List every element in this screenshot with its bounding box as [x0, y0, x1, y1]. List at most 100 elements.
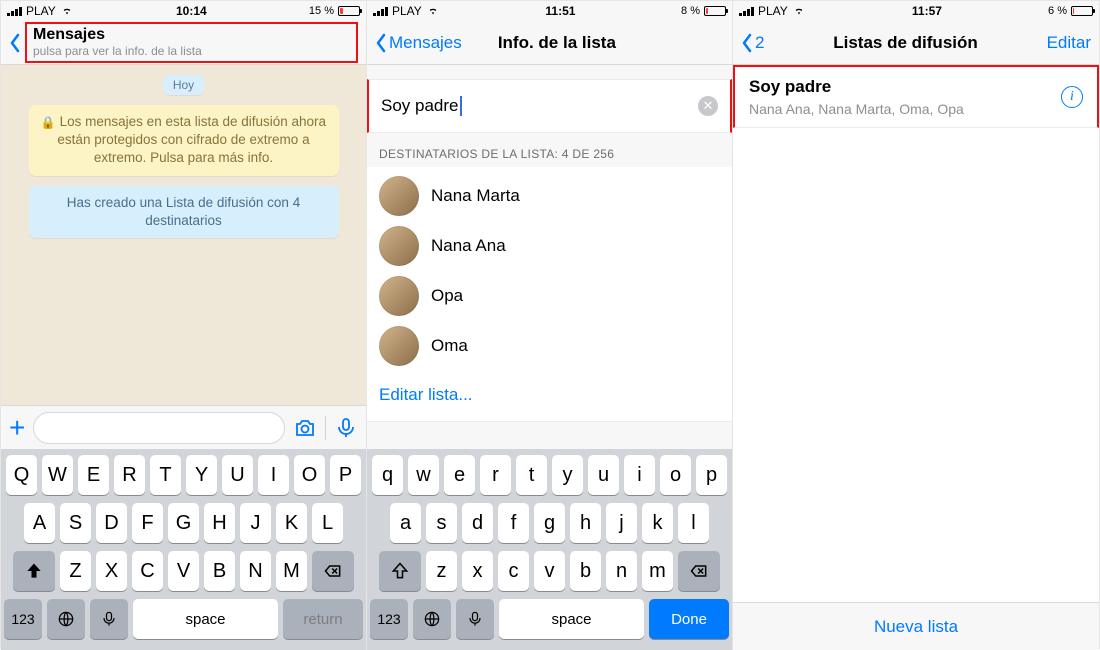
space-key[interactable]: space	[499, 599, 644, 639]
back-button[interactable]	[9, 33, 21, 53]
numbers-key[interactable]: 123	[370, 599, 408, 639]
key-o[interactable]: o	[660, 455, 691, 495]
dictation-key[interactable]	[90, 599, 128, 639]
clock: 10:14	[176, 4, 207, 18]
contact-row[interactable]: Nana Marta	[367, 171, 732, 221]
key-w[interactable]: W	[42, 455, 73, 495]
globe-key[interactable]	[413, 599, 451, 639]
edit-list-button[interactable]: Editar lista...	[367, 375, 732, 422]
list-info-body: Soy padre ✕ DESTINATARIOS DE LA LISTA: 4…	[367, 65, 732, 449]
key-e[interactable]: E	[78, 455, 109, 495]
key-i[interactable]: i	[624, 455, 655, 495]
signal-icon	[739, 6, 754, 16]
plus-icon[interactable]: +	[9, 414, 25, 442]
clear-icon[interactable]: ✕	[698, 96, 718, 116]
key-a[interactable]: A	[24, 503, 55, 543]
key-f[interactable]: F	[132, 503, 163, 543]
status-bar: PLAY 11:57 6 %	[733, 1, 1099, 21]
key-l[interactable]: l	[678, 503, 709, 543]
backspace-key[interactable]	[678, 551, 720, 591]
list-name-field[interactable]: Soy padre ✕	[367, 79, 732, 133]
key-d[interactable]: d	[462, 503, 493, 543]
key-b[interactable]: b	[570, 551, 601, 591]
contact-name: Nana Marta	[431, 186, 520, 206]
key-s[interactable]: s	[426, 503, 457, 543]
screen-list-info: PLAY 11:51 8 % Mensajes Info. de la list…	[367, 1, 733, 650]
contact-row[interactable]: Opa	[367, 271, 732, 321]
backspace-key[interactable]	[312, 551, 354, 591]
key-m[interactable]: m	[642, 551, 673, 591]
key-s[interactable]: S	[60, 503, 91, 543]
key-k[interactable]: k	[642, 503, 673, 543]
key-i[interactable]: I	[258, 455, 289, 495]
dictation-key[interactable]	[456, 599, 494, 639]
keyboard-row-3: zxcvbnm	[370, 551, 729, 591]
info-icon[interactable]: i	[1061, 86, 1083, 108]
done-key[interactable]: Done	[649, 599, 729, 639]
globe-key[interactable]	[47, 599, 85, 639]
key-p[interactable]: P	[330, 455, 361, 495]
shift-key[interactable]	[13, 551, 55, 591]
new-list-button[interactable]: Nueva lista	[874, 617, 958, 637]
edit-button[interactable]: Editar	[1047, 33, 1091, 53]
key-x[interactable]: x	[462, 551, 493, 591]
key-b[interactable]: B	[204, 551, 235, 591]
key-y[interactable]: Y	[186, 455, 217, 495]
key-w[interactable]: w	[408, 455, 439, 495]
camera-icon[interactable]	[293, 416, 317, 440]
key-r[interactable]: R	[114, 455, 145, 495]
key-e[interactable]: e	[444, 455, 475, 495]
key-x[interactable]: X	[96, 551, 127, 591]
back-button[interactable]: 2	[741, 33, 764, 53]
key-u[interactable]: U	[222, 455, 253, 495]
key-o[interactable]: O	[294, 455, 325, 495]
key-n[interactable]: n	[606, 551, 637, 591]
key-g[interactable]: g	[534, 503, 565, 543]
key-a[interactable]: a	[390, 503, 421, 543]
key-c[interactable]: C	[132, 551, 163, 591]
microphone-icon[interactable]	[334, 416, 358, 440]
key-q[interactable]: Q	[6, 455, 37, 495]
key-k[interactable]: K	[276, 503, 307, 543]
key-z[interactable]: z	[426, 551, 457, 591]
day-separator: Hoy	[163, 75, 204, 95]
key-q[interactable]: q	[372, 455, 403, 495]
key-n[interactable]: N	[240, 551, 271, 591]
key-l[interactable]: L	[312, 503, 343, 543]
key-j[interactable]: J	[240, 503, 271, 543]
key-f[interactable]: f	[498, 503, 529, 543]
key-p[interactable]: p	[696, 455, 727, 495]
contact-row[interactable]: Oma	[367, 321, 732, 371]
key-j[interactable]: j	[606, 503, 637, 543]
key-v[interactable]: V	[168, 551, 199, 591]
key-h[interactable]: H	[204, 503, 235, 543]
numbers-key[interactable]: 123	[4, 599, 42, 639]
return-key[interactable]: return	[283, 599, 363, 639]
space-key[interactable]: space	[133, 599, 278, 639]
key-g[interactable]: G	[168, 503, 199, 543]
key-h[interactable]: h	[570, 503, 601, 543]
wifi-icon	[792, 6, 806, 16]
key-c[interactable]: c	[498, 551, 529, 591]
encryption-notice[interactable]: 🔒 Los mensajes en esta lista de difusión…	[29, 105, 339, 176]
back-button[interactable]: Mensajes	[375, 33, 462, 53]
key-v[interactable]: v	[534, 551, 565, 591]
broadcast-list-row[interactable]: Soy padre Nana Ana, Nana Marta, Oma, Opa…	[733, 65, 1099, 128]
key-z[interactable]: Z	[60, 551, 91, 591]
key-r[interactable]: r	[480, 455, 511, 495]
avatar	[379, 276, 419, 316]
key-y[interactable]: y	[552, 455, 583, 495]
key-t[interactable]: t	[516, 455, 547, 495]
chat-body: Hoy 🔒 Los mensajes en esta lista de difu…	[1, 65, 366, 405]
contact-row[interactable]: Nana Ana	[367, 221, 732, 271]
key-u[interactable]: u	[588, 455, 619, 495]
shift-key[interactable]	[379, 551, 421, 591]
key-t[interactable]: T	[150, 455, 181, 495]
battery-icon	[338, 6, 360, 16]
message-input[interactable]	[33, 412, 285, 444]
key-m[interactable]: M	[276, 551, 307, 591]
chat-title-area[interactable]: Mensajes pulsa para ver la info. de la l…	[25, 22, 358, 62]
input-bar: +	[1, 405, 366, 449]
key-d[interactable]: D	[96, 503, 127, 543]
keyboard: qwertyuiop asdfghjkl zxcvbnm 123 space D…	[367, 449, 732, 650]
